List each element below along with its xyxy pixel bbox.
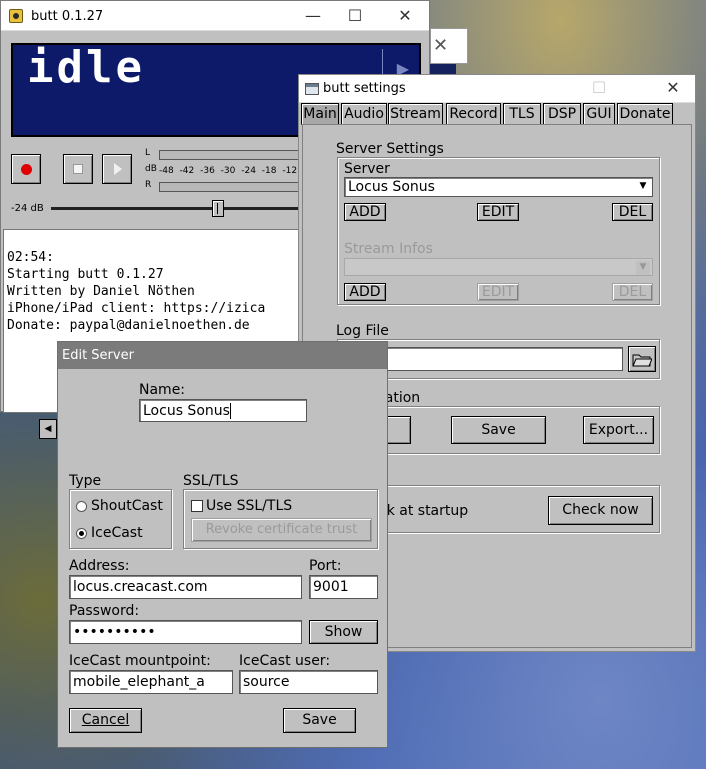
- main-window-title: butt 0.1.27: [31, 9, 104, 24]
- server-edit-button[interactable]: EDIT: [477, 203, 519, 221]
- mountpoint-input[interactable]: mobile_elephant_a: [69, 670, 233, 694]
- vu-right-label: R: [145, 180, 152, 190]
- log-line: Written by Daniel Nöthen: [7, 284, 195, 299]
- stop-button[interactable]: [63, 154, 93, 184]
- log-file-heading: Log File: [336, 323, 389, 339]
- background-window: ✕: [430, 28, 468, 64]
- log-line: Donate: paypal@danielnoethen.de: [7, 318, 250, 333]
- vu-tick-labels: -48 -42 -36 -30 -24 -18 -12: [159, 166, 298, 176]
- port-label: Port:: [309, 558, 342, 574]
- show-password-button[interactable]: Show: [309, 620, 378, 644]
- tab-dsp[interactable]: DSP: [543, 103, 581, 125]
- use-ssl-label[interactable]: Use SSL/TLS: [206, 498, 292, 514]
- folder-icon: [632, 354, 653, 367]
- maximize-icon[interactable]: ☐: [335, 3, 375, 29]
- tab-stream[interactable]: Stream: [388, 103, 443, 125]
- log-line: iPhone/iPad client: https://izica: [7, 301, 266, 316]
- settings-titlebar[interactable]: butt settings ☐ ✕: [299, 75, 695, 103]
- server-del-button[interactable]: DEL: [612, 203, 653, 221]
- vu-left-bar: [159, 150, 309, 160]
- shoutcast-label[interactable]: ShoutCast: [91, 498, 163, 514]
- settings-window-icon: [305, 83, 319, 95]
- password-label: Password:: [69, 603, 140, 619]
- scroll-left-icon[interactable]: ◀: [39, 419, 57, 439]
- tab-main[interactable]: Main: [301, 103, 339, 125]
- vu-db-label: dB: [145, 164, 157, 174]
- app-icon: [9, 9, 23, 23]
- tab-gui[interactable]: GUI: [583, 103, 615, 125]
- address-label: Address:: [69, 558, 130, 574]
- status-display-text: idle: [27, 42, 145, 93]
- gain-slider-track[interactable]: [51, 207, 301, 210]
- name-input[interactable]: Locus Sonus: [139, 399, 307, 422]
- ssl-label: SSL/TLS: [183, 473, 239, 489]
- server-label: Server: [344, 161, 390, 177]
- edit-server-titlebar[interactable]: Edit Server: [58, 342, 387, 369]
- tab-donate[interactable]: Donate: [617, 103, 673, 125]
- minimize-icon[interactable]: —: [293, 3, 333, 29]
- revoke-certificate-button: Revoke certificate trust: [191, 518, 372, 542]
- export-button[interactable]: Export...: [583, 416, 654, 444]
- server-selected: Locus Sonus: [348, 179, 435, 195]
- check-at-startup-label: ck at startup: [379, 503, 469, 519]
- stream-infos-add-button[interactable]: ADD: [344, 283, 386, 301]
- record-button[interactable]: [11, 154, 41, 184]
- browse-log-button[interactable]: [628, 346, 656, 372]
- icecast-user-label: IceCast user:: [239, 653, 331, 669]
- type-label: Type: [69, 473, 102, 489]
- stream-infos-dropdown[interactable]: ▼: [344, 258, 653, 276]
- log-line: 02:54:: [7, 250, 54, 265]
- icecast-user-input[interactable]: source: [239, 670, 378, 694]
- stop-icon: [73, 164, 83, 174]
- save-button[interactable]: Save: [283, 708, 356, 733]
- name-value: Locus Sonus: [143, 403, 230, 419]
- address-input[interactable]: locus.creacast.com: [69, 575, 302, 599]
- stream-infos-edit-button: EDIT: [477, 283, 519, 301]
- vu-left-label: L: [145, 148, 151, 158]
- play-icon: [114, 163, 122, 175]
- server-settings-heading: Server Settings: [336, 141, 444, 157]
- tab-audio[interactable]: Audio: [341, 103, 387, 125]
- record-icon: [21, 164, 32, 175]
- edit-server-title: Edit Server: [62, 348, 134, 363]
- cancel-label: Cancel: [81, 712, 130, 728]
- server-dropdown[interactable]: Locus Sonus ▼: [344, 177, 653, 197]
- log-line: Starting butt 0.1.27: [7, 267, 164, 282]
- main-titlebar[interactable]: butt 0.1.27 — ☐ ✕: [1, 1, 429, 31]
- server-add-button[interactable]: ADD: [344, 203, 386, 221]
- text-cursor: [229, 403, 231, 419]
- close-icon[interactable]: ✕: [385, 3, 425, 29]
- maximize-icon[interactable]: ☐: [579, 75, 619, 101]
- icecast-radio[interactable]: [76, 528, 87, 539]
- stream-infos-label: Stream Infos: [344, 241, 433, 257]
- icecast-label[interactable]: IceCast: [91, 525, 143, 541]
- name-label: Name:: [139, 382, 186, 398]
- vu-meter: L dB R -48 -42 -36 -30 -24 -18 -12: [145, 146, 309, 194]
- config-save-button[interactable]: Save: [451, 416, 546, 444]
- play-button[interactable]: [102, 154, 132, 184]
- vu-right-bar: [159, 182, 309, 192]
- shoutcast-radio[interactable]: [76, 501, 87, 512]
- stream-infos-del-button: DEL: [612, 283, 653, 301]
- password-input[interactable]: ••••••••••: [69, 620, 302, 644]
- close-icon[interactable]: ✕: [653, 75, 693, 101]
- chevron-down-icon[interactable]: ▼: [636, 180, 650, 194]
- gain-slider-thumb[interactable]: [212, 200, 224, 217]
- cancel-button[interactable]: Cancel: [69, 708, 142, 733]
- close-icon[interactable]: ✕: [433, 35, 448, 56]
- chevron-down-icon: ▼: [636, 261, 650, 275]
- settings-window-title: butt settings: [323, 81, 406, 96]
- tab-record[interactable]: Record: [446, 103, 501, 125]
- use-ssl-checkbox[interactable]: [191, 500, 203, 512]
- gain-label: -24 dB: [11, 203, 44, 214]
- edit-server-dialog: Edit Server Name: Locus Sonus Type Shout…: [57, 341, 388, 748]
- tab-tls[interactable]: TLS: [503, 103, 541, 125]
- mountpoint-label: IceCast mountpoint:: [69, 653, 211, 669]
- port-input[interactable]: 9001: [309, 575, 378, 599]
- check-now-button[interactable]: Check now: [548, 496, 653, 525]
